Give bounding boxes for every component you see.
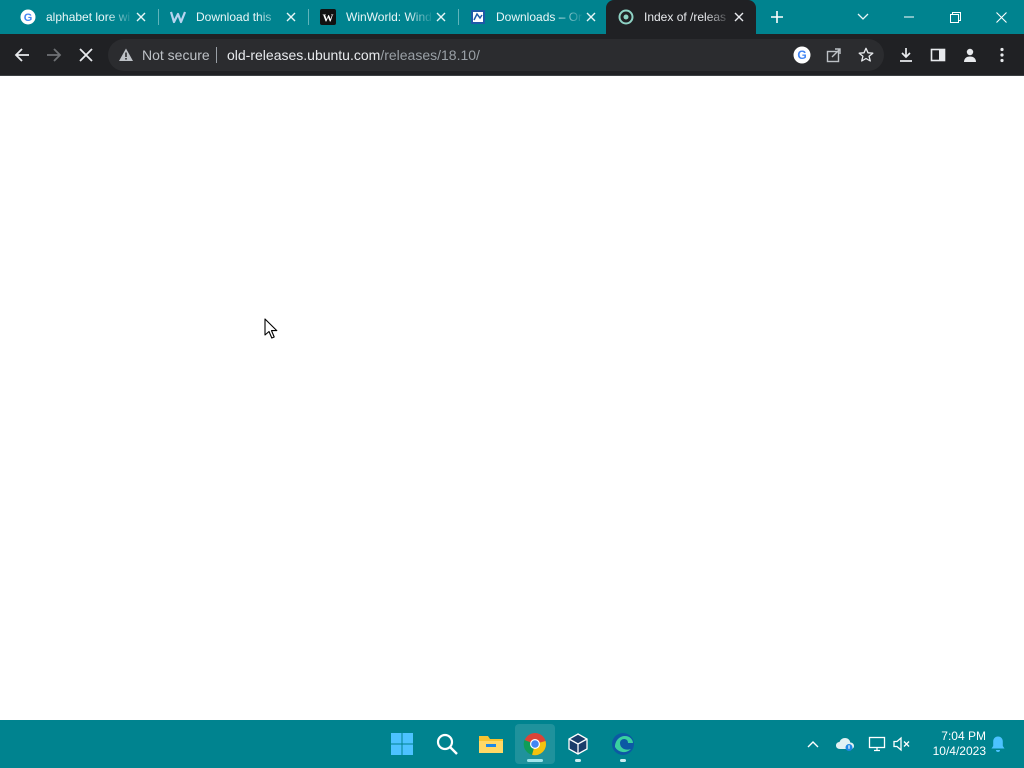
chevron-up-icon <box>807 741 819 748</box>
chevron-down-icon <box>857 13 869 20</box>
bell-icon <box>991 736 1005 752</box>
forward-button[interactable] <box>40 41 68 69</box>
winworld-icon: W <box>320 9 336 25</box>
bookmark-button[interactable] <box>854 43 878 67</box>
running-indicator <box>527 759 543 762</box>
address-bar[interactable]: Not secure old-releases.ubuntu.com/relea… <box>108 39 884 71</box>
monitor-icon <box>868 736 886 752</box>
running-indicator <box>575 759 581 762</box>
downloads-button[interactable] <box>892 41 920 69</box>
plus-icon <box>771 11 783 23</box>
windows-logo-icon <box>391 733 413 755</box>
clock-time: 7:04 PM <box>941 729 986 743</box>
speaker-muted-icon <box>893 736 910 752</box>
page-content[interactable] <box>0 77 1024 720</box>
chrome-taskbar-button[interactable] <box>515 724 555 764</box>
person-icon <box>964 48 976 62</box>
running-indicator <box>620 759 626 762</box>
chrome-icon <box>523 733 546 756</box>
volume-tray-button[interactable] <box>890 732 914 756</box>
show-hidden-icons-button[interactable] <box>801 732 825 756</box>
tab-winworld[interactable]: W WinWorld: Wind <box>308 0 459 34</box>
download-icon <box>900 48 912 62</box>
close-icon <box>79 48 93 62</box>
tab-title: Downloads – Or <box>496 10 583 24</box>
url-path: /releases/18.10/ <box>380 47 480 63</box>
tab-download-this[interactable]: Download this <box>158 0 309 34</box>
restore-icon <box>949 11 961 23</box>
edge-button[interactable] <box>603 724 643 764</box>
google-lens-button[interactable]: G <box>790 43 814 67</box>
clock-date: 10/4/2023 <box>932 744 986 758</box>
back-button[interactable] <box>8 41 36 69</box>
virtualbox-button[interactable] <box>558 724 598 764</box>
browser-toolbar: Not secure old-releases.ubuntu.com/relea… <box>0 34 1024 76</box>
security-label[interactable]: Not secure <box>142 47 210 63</box>
side-panel-icon <box>930 48 946 62</box>
folder-icon <box>479 736 503 753</box>
w-site-icon <box>170 9 186 25</box>
tab-close-icon[interactable] <box>584 10 598 24</box>
onedrive-tray-button[interactable] <box>833 732 857 756</box>
mouse-pointer-icon <box>264 318 278 345</box>
edge-icon <box>612 733 634 755</box>
arrow-right-icon <box>47 48 62 62</box>
display-tray-button[interactable] <box>865 732 889 756</box>
profile-button[interactable] <box>956 41 984 69</box>
taskbar-clock[interactable]: 7:04 PM 10/4/2023 <box>920 729 986 759</box>
tab-index-of-releases[interactable]: Index of /releas <box>606 0 756 34</box>
stop-loading-button[interactable] <box>72 41 100 69</box>
tab-title: alphabet lore wi <box>46 10 131 24</box>
doc-site-icon <box>470 9 486 25</box>
new-tab-button[interactable] <box>766 6 788 28</box>
share-icon <box>826 48 841 63</box>
tab-downloads[interactable]: Downloads – Or <box>458 0 608 34</box>
notifications-button[interactable] <box>986 732 1010 756</box>
close-icon <box>995 11 1007 23</box>
close-window-button[interactable] <box>978 0 1024 34</box>
warning-triangle-icon[interactable] <box>118 47 134 63</box>
tab-title: Download this <box>196 10 272 24</box>
start-button[interactable] <box>382 724 422 764</box>
search-icon <box>436 733 458 755</box>
svg-text:G: G <box>797 48 806 62</box>
tab-title: WinWorld: Wind <box>346 10 432 24</box>
google-icon: G <box>20 9 36 25</box>
svg-text:G: G <box>24 12 33 24</box>
side-panel-button[interactable] <box>924 41 952 69</box>
loading-globe-icon <box>618 9 634 25</box>
omnibox-divider <box>216 47 217 63</box>
kebab-menu-icon <box>1000 47 1004 63</box>
taskbar: 7:04 PM 10/4/2023 <box>0 720 1024 768</box>
arrow-left-icon <box>14 48 29 62</box>
svg-text:W: W <box>323 13 334 25</box>
tab-strip: G alphabet lore wi Download this W WinWo… <box>0 0 1024 34</box>
tab-search-button[interactable] <box>840 0 886 34</box>
restore-button[interactable] <box>932 0 978 34</box>
share-button[interactable] <box>822 43 846 67</box>
taskbar-search-button[interactable] <box>427 724 467 764</box>
file-explorer-button[interactable] <box>471 724 511 764</box>
tab-close-icon[interactable] <box>284 10 298 24</box>
tab-title: Index of /releas <box>644 10 727 24</box>
tab-close-icon[interactable] <box>732 10 746 24</box>
minimize-button[interactable] <box>886 0 932 34</box>
star-icon <box>858 47 874 62</box>
menu-button[interactable] <box>988 41 1016 69</box>
url-host: old-releases.ubuntu.com <box>227 47 381 63</box>
virtualbox-icon <box>568 733 588 755</box>
minimize-icon <box>904 16 914 18</box>
url-text[interactable]: old-releases.ubuntu.com/releases/18.10/ <box>227 47 480 63</box>
tab-alphabet-lore[interactable]: G alphabet lore wi <box>8 0 159 34</box>
tab-close-icon[interactable] <box>434 10 448 24</box>
cloud-icon <box>836 738 854 751</box>
tab-close-icon[interactable] <box>134 10 148 24</box>
google-icon: G <box>793 46 811 64</box>
